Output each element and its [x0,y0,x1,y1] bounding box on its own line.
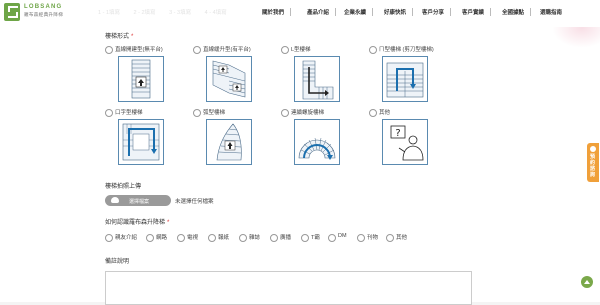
radio-button[interactable] [208,234,216,242]
right-gutter [474,27,600,302]
stair-option-label: 弧型樓梯 [203,110,226,116]
required-mark: * [131,34,134,40]
radio-button[interactable] [386,234,394,242]
page: LOBSANG 羅布森經典升降梯 1 - 1填寫 2 - 2填寫 3 - 3填寫… [0,0,600,305]
notes-label: 備註說明 [105,259,130,265]
choose-file-button[interactable]: 選擇檔案 [105,195,171,206]
source-option-label: 電視 [187,235,199,241]
radio-button[interactable] [281,109,289,117]
breadcrumb-item: 4 - 4填寫 [204,10,227,16]
left-gutter [0,27,94,302]
stair-option-label: ㄇ型樓梯 (剪刀型樓梯) [379,47,434,53]
stair-option-curved[interactable]: 弧型樓梯 [193,108,277,184]
stair-option-label: 直線開建型(無平台) [115,47,163,53]
logo-mark-icon [4,3,20,21]
breadcrumb-item: 2 - 2填寫 [133,10,156,16]
source-option-label: 刊物 [367,235,379,241]
stair-option-label: 口字型樓梯 [115,110,143,116]
radio-button[interactable] [239,234,247,242]
radio-button[interactable] [369,46,377,54]
cloud-upload-icon [111,197,119,203]
straight-landing-stair-icon[interactable] [206,56,252,102]
source-option-label: DM [338,233,347,239]
source-label: 如何認識羅布森升降梯 * [105,217,169,226]
nav-item-customer-share[interactable]: 客戶分享 [422,8,452,16]
notes-textarea[interactable] [105,271,472,305]
source-option-label: 廣播 [280,235,292,241]
radio-button[interactable] [105,234,113,242]
radio-button[interactable] [301,234,309,242]
straight-stair-icon[interactable] [118,56,164,102]
nav-item-about[interactable]: 關於我們 [262,8,292,16]
source-option-label: 親友介紹 [115,235,138,241]
nav-item-products[interactable]: 產品介紹 [307,8,337,16]
site-logo[interactable]: LOBSANG 羅布森經典升降梯 [4,3,94,23]
choose-file-label: 選擇檔案 [129,199,150,205]
upload-label: 樓梯拍照上傳 [105,184,142,190]
nav-item-cases[interactable]: 客戶實績 [462,8,492,16]
booking-side-tab[interactable]: 預約諮詢 [587,143,599,182]
source-option-label: 雜誌 [249,235,261,241]
radio-button[interactable] [177,234,185,242]
stair-option-label: L型樓梯 [291,47,311,53]
spiral-stair-icon[interactable] [294,119,340,165]
radio-button[interactable] [270,234,278,242]
radio-button[interactable] [105,109,113,117]
source-option-label: 網路 [156,235,168,241]
site-header: LOBSANG 羅布森經典升降梯 1 - 1填寫 2 - 2填寫 3 - 3填寫… [0,0,600,27]
nav-item-locations[interactable]: 全國據點 [502,8,532,16]
stair-option-label: 直線緩升型(有平台) [203,47,251,53]
breadcrumb-item: 3 - 3填寫 [169,10,192,16]
no-file-text: 未選擇任何檔案 [175,199,214,205]
radio-button[interactable] [105,46,113,54]
stair-option-other[interactable]: 其他 ? [369,108,453,184]
radio-button[interactable] [357,234,365,242]
u-shaped-stair-icon[interactable] [382,56,428,102]
radio-button[interactable] [193,109,201,117]
faded-breadcrumb: 1 - 1填寫 2 - 2填寫 3 - 3填寫 4 - 4填寫 [98,8,239,16]
nav-item-sustainability[interactable]: 企業永續 [344,8,374,16]
radio-button[interactable] [193,46,201,54]
stair-option-label: 其他 [379,110,391,116]
nav-item-news[interactable]: 好康快訊 [384,8,414,16]
phone-icon [590,146,596,152]
stair-type-label: 樓梯形式 * [105,31,133,40]
logo-text-en: LOBSANG [24,4,63,10]
scroll-to-top-button[interactable] [581,276,593,288]
breadcrumb-item: 1 - 1填寫 [98,10,121,16]
svg-text:?: ? [395,128,400,139]
stair-option-label: 連續螺旋樓梯 [291,110,325,116]
radio-button[interactable] [328,234,336,242]
source-option-label: T霸 [311,235,320,241]
radio-button[interactable] [369,109,377,117]
nav-item-guide[interactable]: 選購指南 [540,8,568,16]
l-shaped-stair-icon[interactable] [294,56,340,102]
question-person-icon[interactable]: ? [382,119,428,165]
source-option-label: 其他 [396,235,408,241]
stair-option-square[interactable]: 口字型樓梯 [105,108,189,184]
radio-button[interactable] [281,46,289,54]
required-mark: * [167,220,170,226]
curved-stair-icon[interactable] [206,119,252,165]
stair-type-label-text: 樓梯形式 [105,34,130,40]
stair-option-spiral[interactable]: 連續螺旋樓梯 [281,108,365,184]
square-stair-icon[interactable] [118,119,164,165]
logo-text-zh: 羅布森經典升降梯 [24,12,64,17]
radio-button[interactable] [146,234,154,242]
source-label-text: 如何認識羅布森升降梯 [105,220,166,226]
source-option-label: 報紙 [218,235,230,241]
booking-side-tab-label: 預約諮詢 [590,154,596,178]
